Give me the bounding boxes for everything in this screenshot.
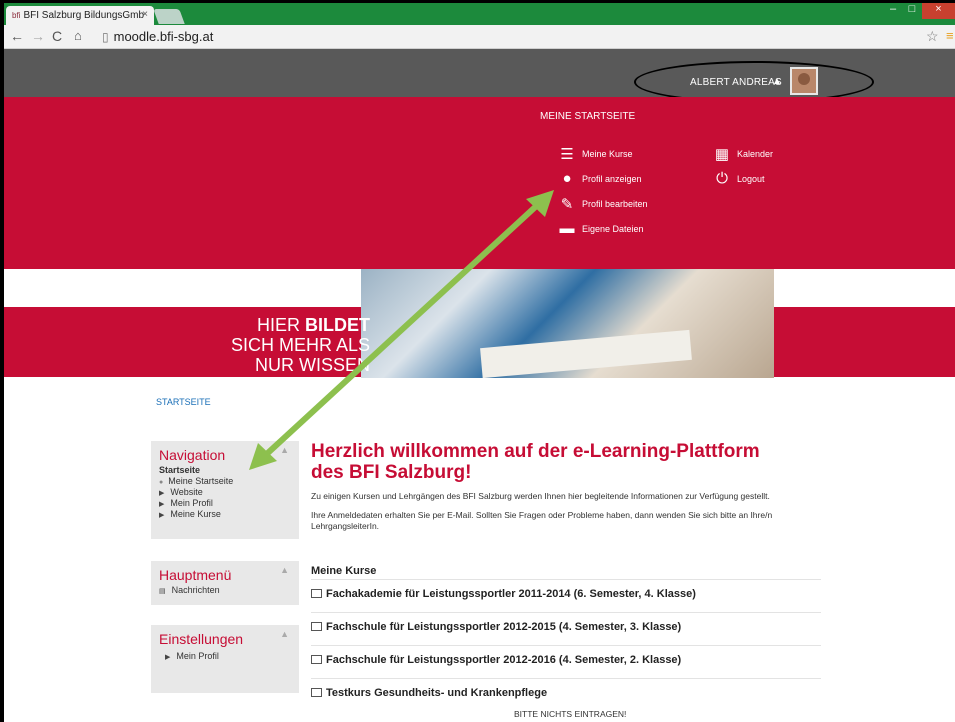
annotation-double-arrow	[249, 190, 554, 470]
arrow-shaft	[255, 195, 548, 465]
browser-window: bfi BFI Salzburg BildungsGmb × – □ × ← → …	[4, 3, 955, 722]
